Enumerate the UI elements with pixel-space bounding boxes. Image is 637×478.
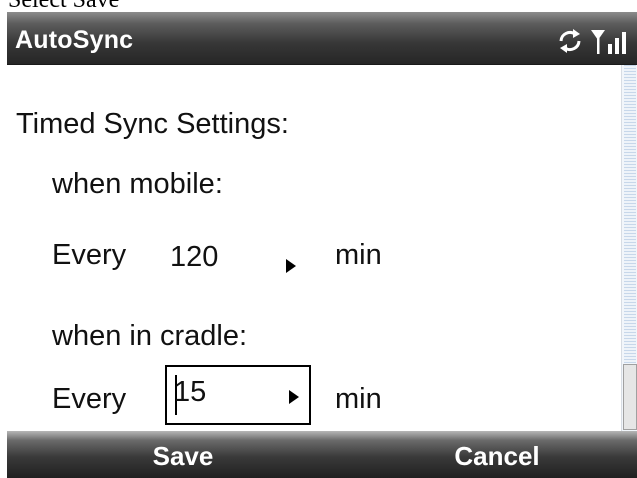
right-arrow-icon[interactable] xyxy=(289,390,299,404)
status-icons xyxy=(553,26,633,56)
cradle-every-label: Every xyxy=(52,383,127,415)
mobile-interval-value: 120 xyxy=(170,241,219,273)
save-softkey[interactable]: Save xyxy=(73,441,293,472)
app-title: AutoSync xyxy=(15,26,134,54)
cradle-label: when in cradle: xyxy=(52,320,248,352)
cradle-interval-picker[interactable]: 15 xyxy=(165,365,311,425)
mobile-label: when mobile: xyxy=(52,168,223,200)
settings-panel: Timed Sync Settings: when mobile: Every … xyxy=(7,65,620,431)
cradle-unit-label: min xyxy=(335,383,382,415)
mobile-interval-picker[interactable]: 120 xyxy=(165,237,311,289)
right-arrow-icon[interactable] xyxy=(286,259,296,273)
vertical-scrollbar[interactable] xyxy=(621,65,637,431)
mobile-unit-label: min xyxy=(335,239,382,271)
signal-strength-icon xyxy=(591,30,626,54)
mobile-every-label: Every xyxy=(52,239,127,271)
softkey-bar: Save Cancel xyxy=(7,431,637,478)
cancel-softkey[interactable]: Cancel xyxy=(387,441,607,472)
cradle-interval-value[interactable]: 15 xyxy=(174,376,206,409)
title-bar: AutoSync xyxy=(7,12,637,65)
scrollbar-thumb[interactable] xyxy=(623,364,637,430)
instruction-caption: Select Save xyxy=(8,0,120,13)
sync-icon xyxy=(559,29,581,53)
timed-sync-heading: Timed Sync Settings: xyxy=(16,108,289,140)
scrollbar-track[interactable] xyxy=(624,65,636,363)
